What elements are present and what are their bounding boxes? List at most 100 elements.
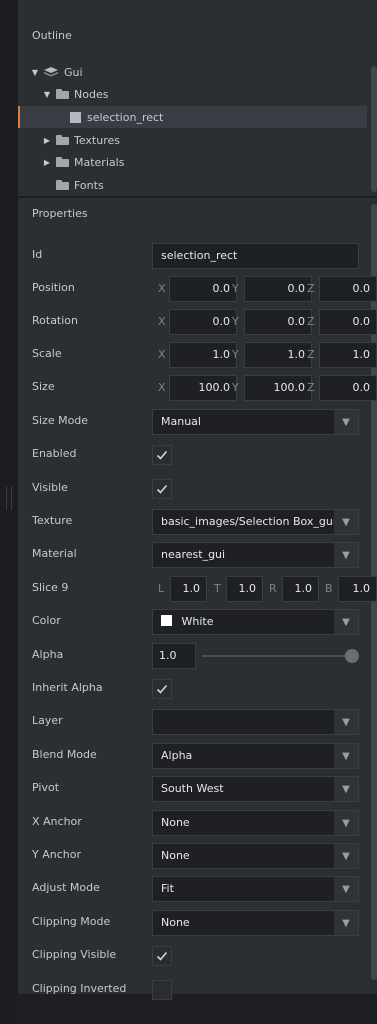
alpha-input[interactable]: 1.0: [152, 643, 196, 669]
axis-y-label: Y: [232, 315, 239, 328]
prop-label-visible: Visible: [32, 481, 68, 494]
size-mode-select[interactable]: Manual ▼: [152, 409, 359, 435]
position-y-input[interactable]: 0.0: [244, 276, 312, 302]
clipping-mode-select[interactable]: None ▼: [152, 910, 359, 936]
size-mode-value: Manual: [161, 415, 201, 428]
prop-label-pivot: Pivot: [32, 781, 60, 794]
outline-scrollbar[interactable]: [371, 66, 377, 192]
slice9-bottom-input[interactable]: 1.0: [338, 576, 377, 602]
tree-item-materials[interactable]: ▶ Materials: [18, 151, 367, 173]
collapse-arrow-icon[interactable]: ▶: [42, 135, 52, 145]
prop-row-alpha: Alpha 1.0: [32, 643, 359, 669]
texture-value: basic_images/Selection Box_gui_: [161, 515, 342, 528]
slice9-left-input[interactable]: 1.0: [170, 576, 207, 602]
dropdown-caret-icon[interactable]: ▼: [334, 877, 358, 901]
clipping-inverted-checkbox[interactable]: [152, 980, 172, 1000]
y-anchor-value: None: [161, 849, 190, 862]
slice9-right-input[interactable]: 1.0: [282, 576, 319, 602]
scale-z-input[interactable]: 1.0: [319, 342, 377, 368]
prop-row-blend-mode: Blend Mode Alpha ▼: [32, 743, 359, 769]
adjust-mode-value: Fit: [161, 882, 174, 895]
alpha-slider-handle[interactable]: [345, 649, 359, 663]
size-x-input[interactable]: 100.0: [169, 375, 237, 401]
folder-icon: [56, 89, 69, 99]
axis-z-label: Z: [307, 381, 315, 394]
color-swatch[interactable]: [161, 615, 172, 626]
x-anchor-value: None: [161, 816, 190, 829]
scale-x-input[interactable]: 1.0: [169, 342, 237, 368]
size-z-input[interactable]: 0.0: [319, 375, 377, 401]
clipping-mode-value: None: [161, 916, 190, 929]
prop-label-clipping-mode: Clipping Mode: [32, 915, 111, 928]
alpha-slider-track[interactable]: [202, 649, 359, 663]
axis-x-label: X: [158, 282, 166, 295]
prop-row-enabled: Enabled: [32, 442, 359, 468]
dropdown-caret-icon[interactable]: ▼: [334, 543, 358, 567]
color-select[interactable]: White ▼: [152, 609, 359, 635]
expand-arrow-icon[interactable]: ▼: [42, 89, 52, 99]
prop-label-inherit-alpha: Inherit Alpha: [32, 681, 103, 694]
size-y-input[interactable]: 100.0: [244, 375, 312, 401]
prop-label-enabled: Enabled: [32, 447, 77, 460]
prop-label-texture: Texture: [32, 514, 73, 527]
y-anchor-select[interactable]: None ▼: [152, 843, 359, 869]
slice9-top-input[interactable]: 1.0: [226, 576, 263, 602]
color-value: White: [181, 615, 214, 628]
tree-item-gui[interactable]: ▼ Gui: [18, 61, 367, 83]
clipping-visible-checkbox[interactable]: [152, 946, 172, 966]
tree-label-nodes: Nodes: [74, 87, 109, 101]
texture-select[interactable]: basic_images/Selection Box_gui_ ▼: [152, 509, 359, 535]
folder-icon: [56, 157, 69, 167]
blend-mode-select[interactable]: Alpha ▼: [152, 743, 359, 769]
prop-row-size-mode: Size Mode Manual ▼: [32, 409, 359, 435]
rotation-y-input[interactable]: 0.0: [244, 309, 312, 335]
visible-checkbox[interactable]: [152, 479, 172, 499]
rotation-z-input[interactable]: 0.0: [319, 309, 377, 335]
tree-item-nodes[interactable]: ▼ Nodes: [18, 83, 367, 105]
dropdown-caret-icon[interactable]: ▼: [334, 610, 358, 634]
prop-row-layer: Layer ▼: [32, 709, 359, 735]
enabled-checkbox[interactable]: [152, 445, 172, 465]
position-x-input[interactable]: 0.0: [169, 276, 237, 302]
pivot-select[interactable]: South West ▼: [152, 776, 359, 802]
axis-y-label: Y: [232, 348, 239, 361]
axis-z-label: Z: [307, 348, 315, 361]
dropdown-caret-icon[interactable]: ▼: [334, 911, 358, 935]
dropdown-caret-icon[interactable]: ▼: [334, 844, 358, 868]
dropdown-caret-icon[interactable]: ▼: [334, 410, 358, 434]
scale-y-input[interactable]: 1.0: [244, 342, 312, 368]
slice-r-label: R: [269, 582, 277, 595]
dropdown-caret-icon[interactable]: ▼: [334, 510, 358, 534]
adjust-mode-select[interactable]: Fit ▼: [152, 876, 359, 902]
pivot-value: South West: [161, 782, 224, 795]
position-z-input[interactable]: 0.0: [319, 276, 377, 302]
resize-grip[interactable]: [6, 486, 12, 510]
prop-row-clipping-inverted: Clipping Inverted: [32, 977, 359, 1003]
dropdown-caret-icon[interactable]: ▼: [334, 811, 358, 835]
prop-row-x-anchor: X Anchor None ▼: [32, 810, 359, 836]
id-input[interactable]: selection_rect: [152, 243, 359, 269]
prop-row-visible: Visible: [32, 476, 359, 502]
checkmark-icon: [156, 484, 168, 494]
properties-title: Properties: [32, 207, 88, 220]
prop-label-position: Position: [32, 281, 75, 294]
layer-select[interactable]: ▼: [152, 709, 359, 735]
tree-item-textures[interactable]: ▶ Textures: [18, 129, 367, 151]
prop-label-scale: Scale: [32, 347, 62, 360]
collapse-arrow-icon[interactable]: ▶: [42, 157, 52, 167]
inherit-alpha-checkbox[interactable]: [152, 679, 172, 699]
prop-row-adjust-mode: Adjust Mode Fit ▼: [32, 876, 359, 902]
tree-item-selection-rect[interactable]: selection_rect: [18, 106, 367, 128]
expand-arrow-icon[interactable]: ▼: [30, 67, 40, 77]
x-anchor-select[interactable]: None ▼: [152, 810, 359, 836]
dropdown-caret-icon[interactable]: ▼: [334, 744, 358, 768]
prop-label-layer: Layer: [32, 714, 63, 727]
tree-item-fonts[interactable]: Fonts: [18, 174, 367, 196]
material-select[interactable]: nearest_gui ▼: [152, 542, 359, 568]
dropdown-caret-icon[interactable]: ▼: [334, 710, 358, 734]
prop-row-position: Position X 0.0 Y 0.0 Z 0.0: [32, 276, 377, 302]
rotation-x-input[interactable]: 0.0: [169, 309, 237, 335]
axis-x-label: X: [158, 348, 166, 361]
dropdown-caret-icon[interactable]: ▼: [334, 777, 358, 801]
prop-row-scale: Scale X 1.0 Y 1.0 Z 1.0: [32, 342, 377, 368]
